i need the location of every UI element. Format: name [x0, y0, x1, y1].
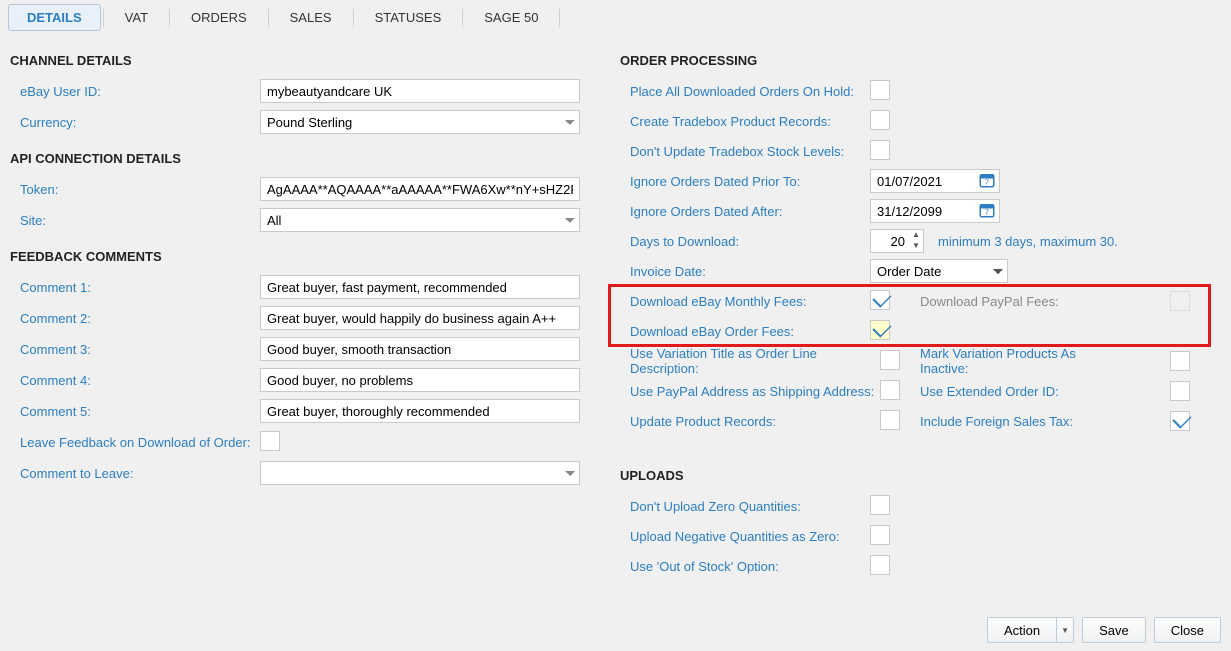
download-monthly-fees-label: Download eBay Monthly Fees:	[620, 294, 870, 309]
create-records-checkbox[interactable]	[870, 110, 890, 130]
use-ext-order-checkbox[interactable]	[1170, 381, 1190, 401]
uploads-title: UPLOADS	[620, 462, 1220, 491]
place-on-hold-label: Place All Downloaded Orders On Hold:	[620, 84, 870, 99]
mark-inactive-checkbox[interactable]	[1170, 351, 1190, 371]
dont-update-stock-checkbox[interactable]	[870, 140, 890, 160]
comment1-label: Comment 1:	[10, 280, 260, 295]
close-button[interactable]: Close	[1154, 617, 1221, 643]
currency-label: Currency:	[10, 115, 260, 130]
token-label: Token:	[10, 182, 260, 197]
leave-feedback-label: Leave Feedback on Download of Order:	[10, 435, 260, 450]
create-records-label: Create Tradebox Product Records:	[620, 114, 870, 129]
update-product-checkbox[interactable]	[880, 410, 900, 430]
tab-sage50[interactable]: SAGE 50	[465, 4, 557, 31]
invoice-date-select[interactable]	[870, 259, 1008, 283]
comment4-label: Comment 4:	[10, 373, 260, 388]
leave-feedback-checkbox[interactable]	[260, 431, 280, 451]
neg-as-zero-label: Upload Negative Quantities as Zero:	[620, 529, 870, 544]
invoice-date-label: Invoice Date:	[620, 264, 870, 279]
mark-inactive-label: Mark Variation Products As Inactive:	[920, 346, 1100, 376]
tab-bar: DETAILS VAT ORDERS SALES STATUSES SAGE 5…	[0, 0, 1231, 37]
comment-to-leave-label: Comment to Leave:	[10, 466, 260, 481]
days-download-note: minimum 3 days, maximum 30.	[938, 234, 1118, 249]
api-connection-title: API CONNECTION DETAILS	[10, 145, 600, 174]
calendar-icon[interactable]: 7	[978, 171, 998, 191]
currency-select[interactable]	[260, 110, 580, 134]
comment5-label: Comment 5:	[10, 404, 260, 419]
comment4-input[interactable]	[260, 368, 580, 392]
tab-details[interactable]: DETAILS	[8, 4, 101, 31]
comment-to-leave-select[interactable]	[260, 461, 580, 485]
no-zero-checkbox[interactable]	[870, 495, 890, 515]
download-paypal-fees-checkbox	[1170, 291, 1190, 311]
spinner-down-icon[interactable]: ▼	[909, 241, 923, 252]
update-product-label: Update Product Records:	[620, 414, 880, 429]
ignore-after-label: Ignore Orders Dated After:	[620, 204, 870, 219]
tab-sales[interactable]: SALES	[271, 4, 351, 31]
out-of-stock-checkbox[interactable]	[870, 555, 890, 575]
order-processing-title: ORDER PROCESSING	[620, 47, 1220, 76]
ebay-user-id-input[interactable]	[260, 79, 580, 103]
ignore-prior-label: Ignore Orders Dated Prior To:	[620, 174, 870, 189]
download-paypal-fees-label: Download PayPal Fees:	[920, 294, 1100, 309]
days-download-label: Days to Download:	[620, 234, 870, 249]
tab-statuses[interactable]: STATUSES	[356, 4, 461, 31]
tab-vat[interactable]: VAT	[106, 4, 167, 31]
download-monthly-fees-checkbox[interactable]	[870, 290, 890, 310]
feedback-comments-title: FEEDBACK COMMENTS	[10, 243, 600, 272]
comment3-label: Comment 3:	[10, 342, 260, 357]
days-download-input[interactable]	[871, 230, 909, 252]
use-variation-title-label: Use Variation Title as Order Line Descri…	[620, 346, 880, 376]
svg-text:7: 7	[985, 208, 989, 217]
ebay-user-id-label: eBay User ID:	[10, 84, 260, 99]
include-tax-label: Include Foreign Sales Tax:	[920, 414, 1100, 429]
action-button[interactable]: Action	[987, 617, 1056, 643]
spinner-up-icon[interactable]: ▲	[909, 230, 923, 241]
site-label: Site:	[10, 213, 260, 228]
use-ext-order-label: Use Extended Order ID:	[920, 384, 1100, 399]
tab-orders[interactable]: ORDERS	[172, 4, 266, 31]
neg-as-zero-checkbox[interactable]	[870, 525, 890, 545]
action-dropdown-button[interactable]: ▼	[1056, 617, 1074, 643]
svg-text:7: 7	[985, 178, 989, 187]
days-download-spinner[interactable]: ▲▼	[870, 229, 924, 253]
include-tax-checkbox[interactable]	[1170, 411, 1190, 431]
channel-details-title: CHANNEL DETAILS	[10, 47, 600, 76]
download-order-fees-checkbox[interactable]	[870, 320, 890, 340]
use-paypal-addr-label: Use PayPal Address as Shipping Address:	[620, 384, 880, 399]
comment3-input[interactable]	[260, 337, 580, 361]
comment1-input[interactable]	[260, 275, 580, 299]
comment2-label: Comment 2:	[10, 311, 260, 326]
place-on-hold-checkbox[interactable]	[870, 80, 890, 100]
dont-update-stock-label: Don't Update Tradebox Stock Levels:	[620, 144, 870, 159]
footer-buttons: Action ▼ Save Close	[987, 617, 1221, 643]
chevron-down-icon: ▼	[1061, 626, 1069, 635]
calendar-icon[interactable]: 7	[978, 201, 998, 221]
no-zero-label: Don't Upload Zero Quantities:	[620, 499, 870, 514]
save-button[interactable]: Save	[1082, 617, 1146, 643]
use-paypal-addr-checkbox[interactable]	[880, 380, 900, 400]
comment2-input[interactable]	[260, 306, 580, 330]
out-of-stock-label: Use 'Out of Stock' Option:	[620, 559, 870, 574]
download-order-fees-label: Download eBay Order Fees:	[620, 324, 870, 339]
use-variation-title-checkbox[interactable]	[880, 350, 900, 370]
token-input[interactable]	[260, 177, 580, 201]
comment5-input[interactable]	[260, 399, 580, 423]
site-select[interactable]	[260, 208, 580, 232]
